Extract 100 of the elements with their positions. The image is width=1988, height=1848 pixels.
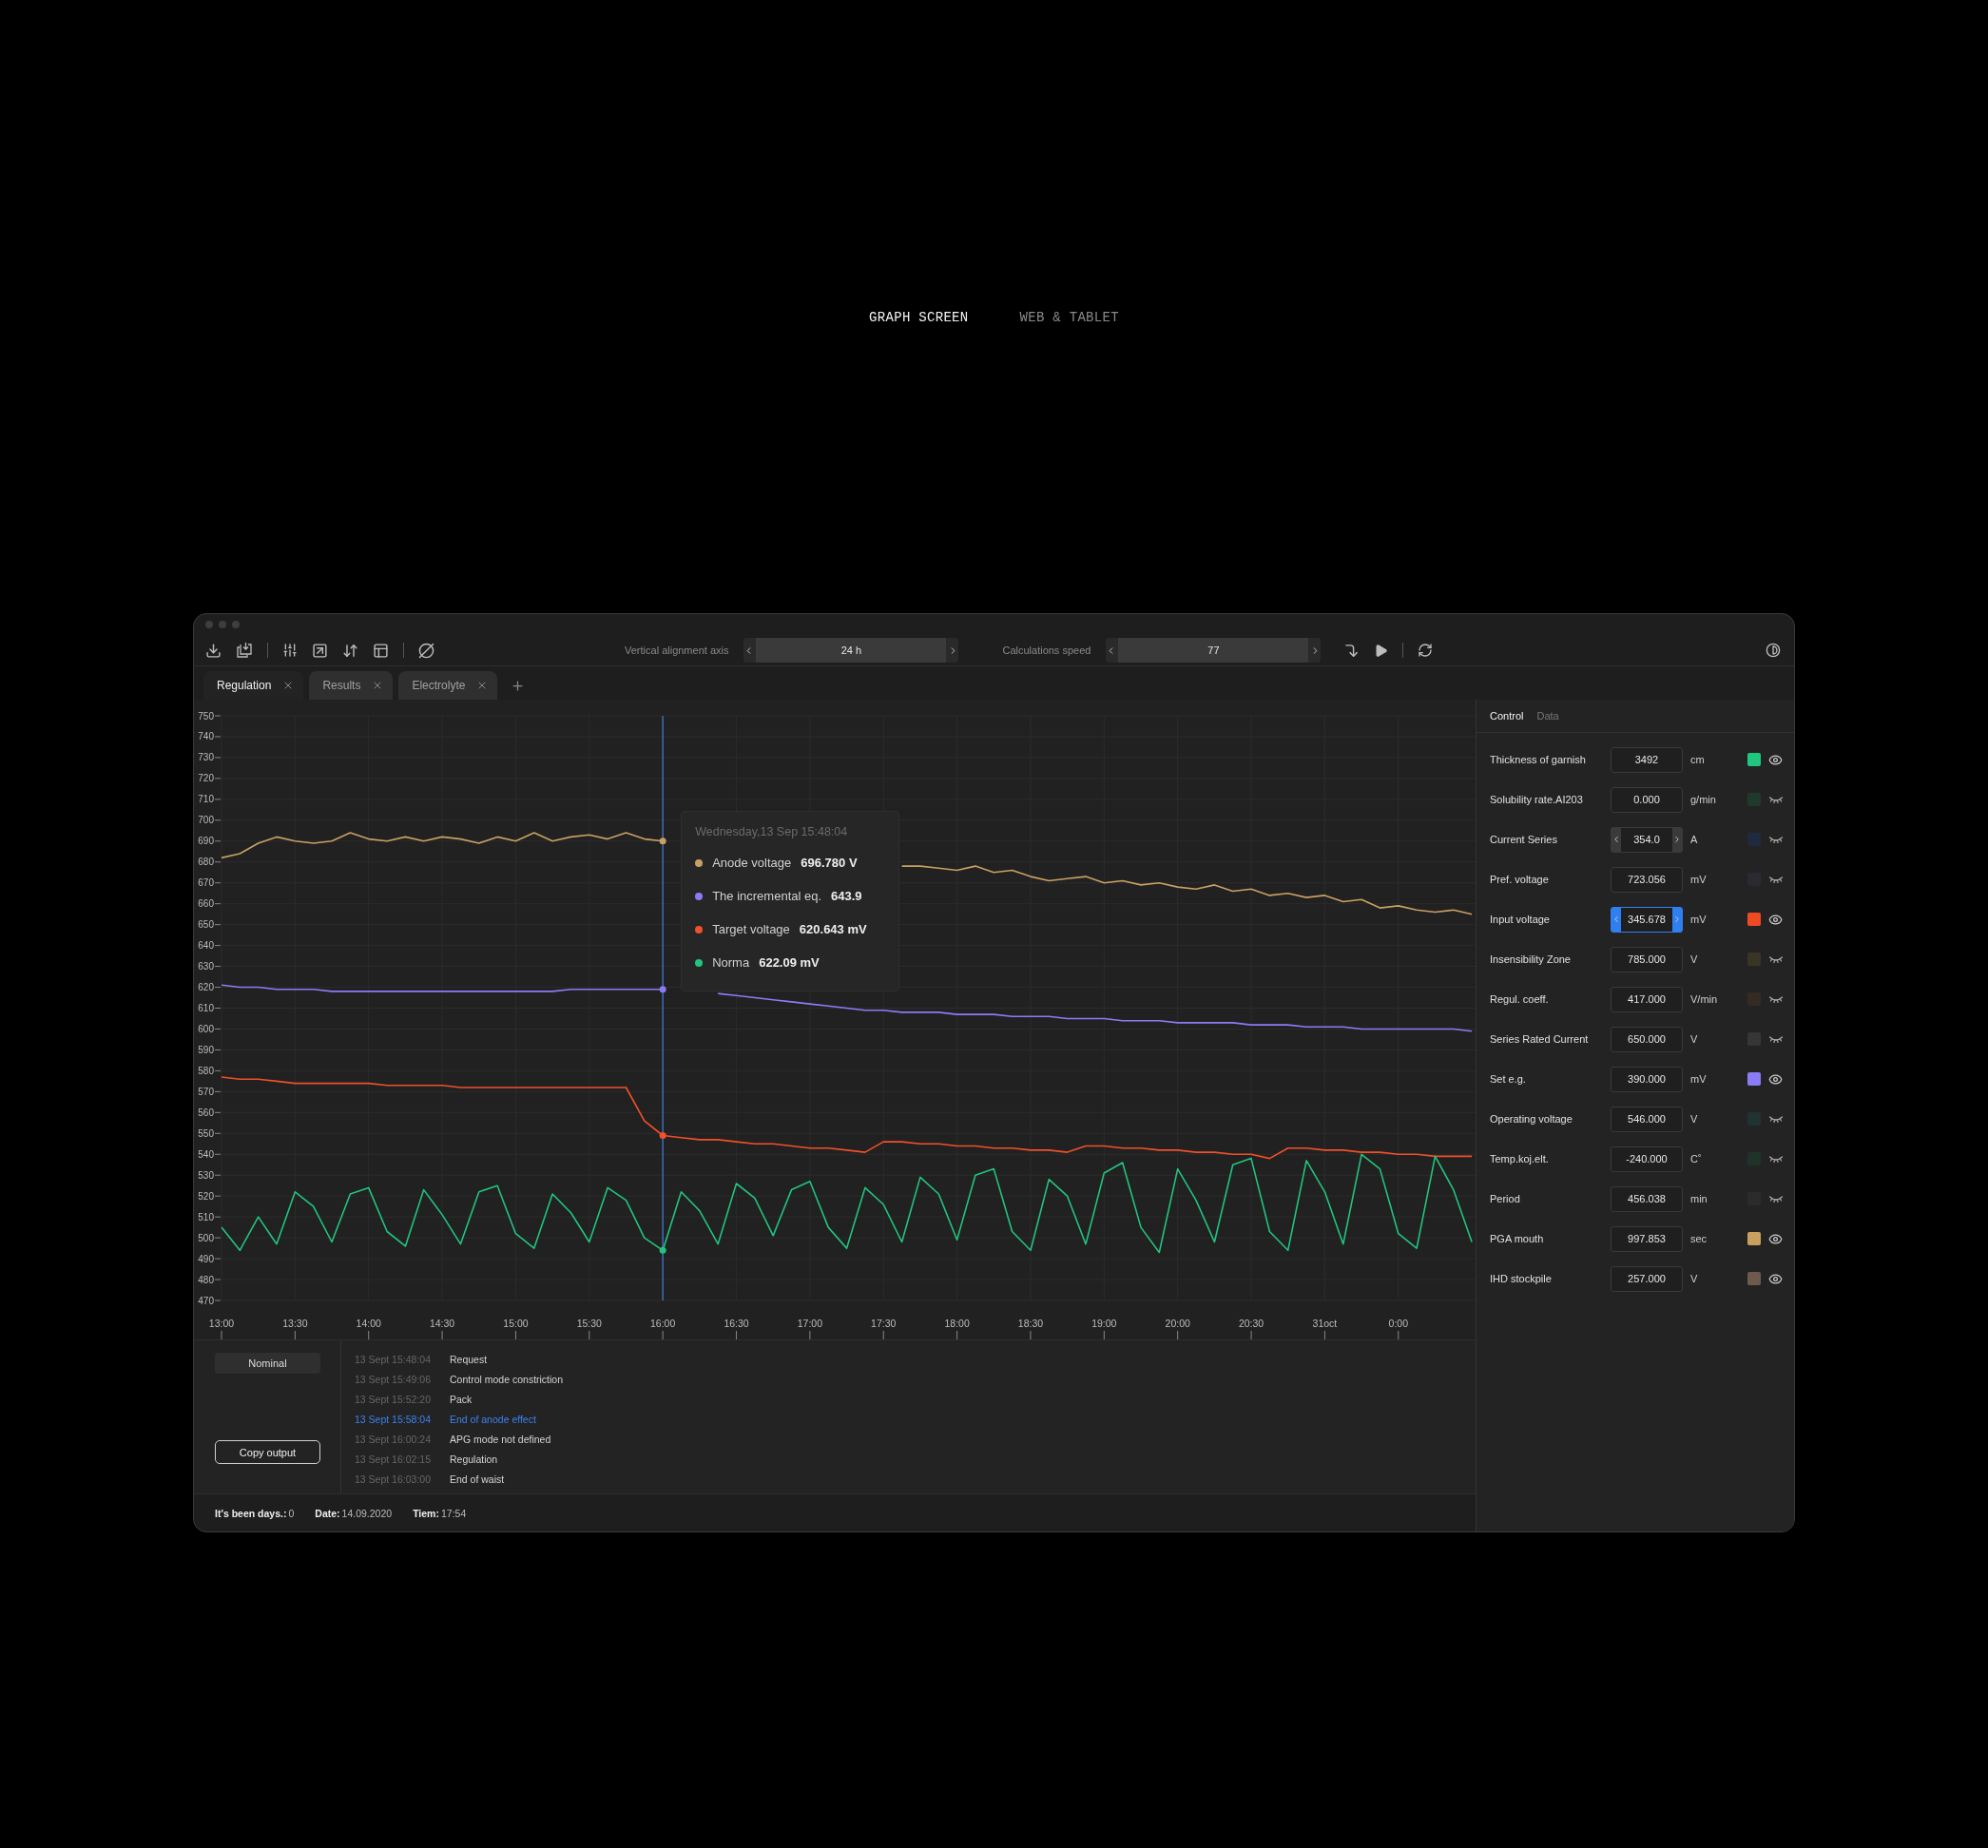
input-field[interactable]: 650.000 — [1611, 1026, 1683, 1052]
unit-label: min — [1690, 1193, 1708, 1204]
status-value: 14.09.2020 — [341, 1507, 393, 1519]
input-field[interactable]: 417.000 — [1611, 986, 1683, 1012]
tooltip-label: The incremental eq. — [712, 889, 822, 903]
color-swatch[interactable] — [1747, 913, 1761, 926]
parameter-label: Solubility rate.AI203 — [1490, 794, 1584, 805]
layout-icon[interactable] — [373, 642, 389, 659]
panel-tab[interactable]: Data — [1536, 710, 1559, 722]
color-swatch[interactable] — [1747, 1232, 1761, 1245]
refresh-icon[interactable] — [1418, 643, 1434, 658]
y-axis-label: 560 — [198, 1107, 214, 1118]
eye-icon[interactable] — [1768, 752, 1783, 767]
eye-icon[interactable] — [1768, 1071, 1783, 1087]
y-axis-label: 700 — [198, 815, 214, 826]
log-message[interactable]: APG mode not defined — [450, 1433, 551, 1445]
color-swatch[interactable] — [1747, 753, 1761, 766]
eye-icon[interactable] — [1768, 1271, 1783, 1286]
log-message[interactable]: Regulation — [450, 1453, 498, 1465]
input-field[interactable]: 390.000 — [1611, 1066, 1683, 1092]
window-dot[interactable] — [232, 621, 240, 628]
add-tab-icon[interactable] — [511, 678, 526, 693]
parameter-label: Regul. coeff. — [1490, 993, 1550, 1005]
chevron-left-icon[interactable] — [1612, 835, 1621, 844]
closed-eye-icon[interactable] — [1768, 994, 1784, 1004]
y-axis-label: 550 — [198, 1127, 214, 1139]
log-message[interactable]: Request — [450, 1353, 488, 1365]
header-tab[interactable]: GRAPH SCREEN — [869, 310, 969, 325]
input-field[interactable]: 3492 — [1611, 746, 1683, 773]
play-icon[interactable] — [1374, 643, 1389, 658]
y-axis-label: 750 — [198, 710, 214, 722]
parameter-label: Set e.g. — [1490, 1073, 1527, 1085]
sort-icon[interactable] — [342, 642, 358, 659]
color-swatch[interactable] — [1747, 1072, 1761, 1086]
closed-eye-icon[interactable] — [1768, 795, 1784, 804]
color-swatch[interactable] — [1747, 1272, 1761, 1285]
input-field[interactable]: 546.000 — [1611, 1106, 1683, 1132]
window-dot[interactable] — [205, 621, 213, 628]
input-field[interactable]: -240.000 — [1611, 1145, 1683, 1172]
unit-label: mV — [1690, 1073, 1708, 1085]
input-field[interactable]: 257.000 — [1611, 1265, 1683, 1292]
log-time[interactable]: 13 Sept 15:58:04 — [355, 1413, 450, 1425]
input-field[interactable]: 785.000 — [1611, 946, 1683, 972]
tooltip-value: 620.643 mV — [799, 922, 867, 936]
eye-icon[interactable] — [1768, 912, 1783, 927]
closed-eye-icon[interactable] — [1768, 875, 1784, 884]
parameter-label: Current Series — [1490, 834, 1558, 845]
export-icon[interactable] — [312, 642, 328, 659]
tooltip-title: Wednesday,13 Sep 15:48:04 — [695, 825, 849, 838]
input-field[interactable]: 456.038 — [1611, 1185, 1683, 1212]
tab[interactable]: Electrolyte — [398, 671, 498, 700]
input-field[interactable]: 723.056 — [1611, 866, 1683, 893]
window-dot[interactable] — [219, 621, 226, 628]
stepper-value: 345.678 — [1621, 907, 1672, 932]
unit-label: mV — [1690, 874, 1708, 885]
unit-label: V — [1690, 1033, 1699, 1045]
mode-indicator: Nominal — [215, 1353, 320, 1374]
closed-eye-icon[interactable] — [1768, 1034, 1784, 1044]
x-axis-label: 14:30 — [429, 1318, 455, 1329]
x-axis-label: 13:00 — [208, 1318, 235, 1329]
parameter-label: Input voltage — [1490, 914, 1551, 925]
circle-slash-icon[interactable] — [418, 642, 434, 659]
x-axis-label: 20:00 — [1165, 1318, 1190, 1329]
eye-icon[interactable] — [1768, 1231, 1783, 1246]
chevron-right-icon[interactable] — [1672, 835, 1682, 844]
download-icon[interactable] — [205, 642, 222, 659]
tooltip-label: Target voltage — [712, 922, 790, 936]
closed-eye-icon[interactable] — [1768, 1194, 1784, 1203]
number-stepper[interactable]: 354.0 — [1611, 826, 1683, 853]
y-axis-label: 600 — [198, 1023, 214, 1034]
contrast-icon[interactable] — [1766, 643, 1781, 658]
closed-eye-icon[interactable] — [1768, 954, 1784, 964]
header-tab[interactable]: WEB & TABLET — [1019, 310, 1119, 325]
tab[interactable]: Results — [309, 671, 394, 700]
unit-label: V/min — [1690, 993, 1719, 1005]
stacked-download-icon[interactable] — [236, 642, 253, 659]
tooltip-value: 622.09 mV — [759, 955, 820, 970]
sliders-icon[interactable] — [282, 643, 298, 658]
copy-output-button[interactable]: Copy output — [215, 1440, 320, 1464]
x-axis-label: 15:30 — [576, 1318, 602, 1329]
log-message[interactable]: End of waist — [450, 1473, 505, 1485]
x-axis-label: 19:00 — [1091, 1318, 1117, 1329]
closed-eye-icon[interactable] — [1768, 835, 1784, 844]
y-axis-label: 490 — [198, 1253, 214, 1264]
log-message[interactable]: End of anode effect — [450, 1413, 536, 1425]
color-swatch[interactable] — [1747, 833, 1761, 846]
axis-label: Vertical alignment axis — [625, 645, 729, 656]
input-field[interactable]: 997.853 — [1611, 1225, 1683, 1252]
input-field[interactable]: 0.000 — [1611, 786, 1683, 813]
tab[interactable]: Regulation — [203, 671, 304, 700]
arrow-down-icon[interactable] — [1343, 642, 1361, 659]
y-axis-label: 640 — [198, 940, 214, 952]
parameter-label: Period — [1490, 1193, 1521, 1204]
x-axis-label: 17:00 — [797, 1318, 823, 1329]
log-message[interactable]: Control mode constriction — [450, 1373, 564, 1385]
y-axis-label: 520 — [198, 1190, 214, 1202]
closed-eye-icon[interactable] — [1768, 1114, 1784, 1124]
closed-eye-icon[interactable] — [1768, 1154, 1784, 1164]
log-message[interactable]: Pack — [450, 1393, 473, 1405]
panel-tab[interactable]: Control — [1490, 710, 1524, 722]
